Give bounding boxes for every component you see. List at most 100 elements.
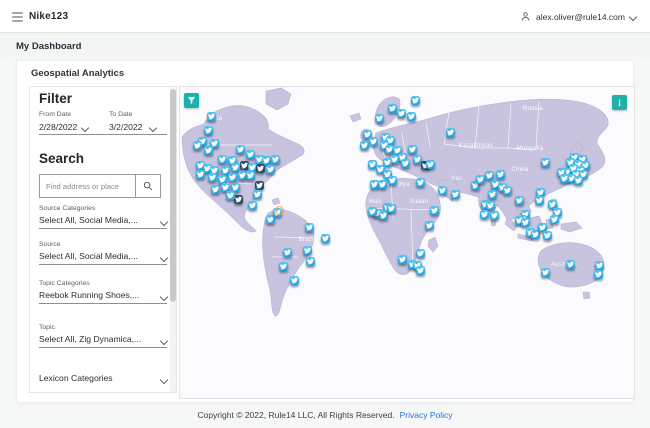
tweet-marker[interactable] <box>416 178 425 187</box>
tweet-marker[interactable] <box>360 141 369 150</box>
panel-scrollbar-track[interactable] <box>170 87 176 392</box>
search-heading: Search <box>39 151 85 166</box>
tweet-marker[interactable] <box>218 155 227 164</box>
tweet-marker[interactable] <box>446 128 455 137</box>
topic-categories-select[interactable]: Reebok Running Shoes,... <box>39 290 139 300</box>
tweet-marker[interactable] <box>430 206 439 215</box>
tweet-marker[interactable] <box>397 109 406 118</box>
tweet-marker[interactable] <box>306 257 315 266</box>
tweet-marker[interactable] <box>283 248 292 257</box>
tweet-marker[interactable] <box>503 186 512 195</box>
search-button[interactable] <box>135 175 160 197</box>
tweet-marker[interactable] <box>535 196 544 205</box>
tweet-marker[interactable] <box>248 201 257 210</box>
tweet-marker[interactable] <box>407 112 416 121</box>
tweet-marker[interactable] <box>426 160 435 169</box>
tweet-marker[interactable] <box>488 190 497 199</box>
to-date-select[interactable]: 3/2/2022 <box>109 122 142 132</box>
tweet-marker[interactable] <box>550 215 559 224</box>
tweet-marker[interactable] <box>228 173 237 182</box>
tweet-marker[interactable] <box>541 158 550 167</box>
tweet-marker[interactable] <box>193 141 202 150</box>
twitter-bird-icon <box>567 261 574 268</box>
tweet-marker[interactable] <box>408 145 417 154</box>
source-chevron-icon[interactable] <box>159 253 169 263</box>
privacy-policy-link[interactable]: Privacy Policy <box>400 410 453 420</box>
tweet-marker[interactable] <box>480 210 489 219</box>
tweet-marker[interactable] <box>566 260 575 269</box>
tweet-marker[interactable] <box>379 211 388 220</box>
search-input[interactable] <box>40 175 135 197</box>
tweet-marker[interactable] <box>266 165 275 174</box>
twitter-bird-icon <box>267 166 274 173</box>
tweet-marker[interactable] <box>196 170 205 179</box>
geospatial-map[interactable]: CanadaRussiaKazakhstanMongoliaChinaIranA… <box>179 86 635 399</box>
tweet-marker[interactable] <box>541 268 550 277</box>
tweet-marker[interactable] <box>401 159 410 168</box>
source-categories-select[interactable]: Select All, Social Media,... <box>39 215 138 225</box>
tweet-marker[interactable] <box>279 262 288 271</box>
tweet-marker[interactable] <box>255 181 264 190</box>
tweet-marker[interactable] <box>595 261 604 270</box>
lexicon-chevron-icon[interactable] <box>159 375 169 385</box>
tweet-marker[interactable] <box>208 173 217 182</box>
tweet-marker[interactable] <box>290 276 299 285</box>
panel-scrollbar-thumb[interactable] <box>170 89 176 302</box>
topic-select[interactable]: Select All, Zig Dynamica,... <box>39 334 141 344</box>
source-select[interactable]: Select All, Social Media,... <box>39 251 138 261</box>
tweet-marker[interactable] <box>246 150 255 159</box>
tweet-marker[interactable] <box>485 171 494 180</box>
map-info-button[interactable]: i <box>612 95 627 110</box>
tweet-marker[interactable] <box>253 190 262 199</box>
tweet-marker[interactable] <box>560 174 569 183</box>
brand-title: Nike123 <box>29 11 69 22</box>
tweet-marker[interactable] <box>388 104 397 113</box>
tweet-marker[interactable] <box>256 164 265 173</box>
tweet-marker[interactable] <box>451 190 460 199</box>
tweet-marker[interactable] <box>207 112 216 121</box>
tweet-marker[interactable] <box>594 270 603 279</box>
tweet-marker[interactable] <box>211 185 220 194</box>
tweet-marker[interactable] <box>416 249 425 258</box>
topic-chevron-icon[interactable] <box>159 336 169 346</box>
tweet-marker[interactable] <box>234 195 243 204</box>
filter-panel: Filter From Date To Date 2/28/2022 3/2/2… <box>29 86 177 393</box>
tweet-marker[interactable] <box>387 204 396 213</box>
tweet-marker[interactable] <box>321 234 330 243</box>
tweet-marker[interactable] <box>271 155 280 164</box>
tweet-marker[interactable] <box>521 218 530 227</box>
tweet-marker[interactable] <box>204 146 213 155</box>
topic-categories-chevron-icon[interactable] <box>159 292 169 302</box>
tweet-marker[interactable] <box>515 196 524 205</box>
tweet-marker[interactable] <box>388 176 397 185</box>
tweet-marker[interactable] <box>438 186 447 195</box>
tweet-marker[interactable] <box>375 114 384 123</box>
tweet-marker[interactable] <box>378 180 387 189</box>
source-categories-chevron-icon[interactable] <box>159 217 169 227</box>
tweet-marker[interactable] <box>496 170 505 179</box>
map-filter-button[interactable] <box>184 93 199 108</box>
tweet-marker[interactable] <box>246 171 255 180</box>
tweet-marker[interactable] <box>416 266 425 275</box>
tweet-marker[interactable] <box>476 175 485 184</box>
from-date-chevron-icon[interactable] <box>80 123 90 133</box>
tweet-marker[interactable] <box>490 211 499 220</box>
tweet-marker[interactable] <box>369 137 378 146</box>
to-date-chevron-icon[interactable] <box>148 123 158 133</box>
tweet-marker[interactable] <box>236 145 245 154</box>
user-menu[interactable]: alex.oliver@rule14.com <box>520 0 638 33</box>
tweet-marker[interactable] <box>398 255 407 264</box>
tweet-marker[interactable] <box>305 223 314 232</box>
from-date-select[interactable]: 2/28/2022 <box>39 122 77 132</box>
tweet-marker[interactable] <box>543 231 552 240</box>
tweet-marker[interactable] <box>425 221 434 230</box>
tweet-marker[interactable] <box>204 126 213 135</box>
tweet-marker[interactable] <box>486 201 495 210</box>
menu-icon[interactable] <box>12 11 23 22</box>
tweet-marker[interactable] <box>411 96 420 105</box>
lexicon-categories-select[interactable]: Lexicon Categories <box>39 373 113 383</box>
tweet-marker[interactable] <box>226 191 235 200</box>
tweet-marker[interactable] <box>368 207 377 216</box>
tweet-marker[interactable] <box>303 246 312 255</box>
tweet-marker[interactable] <box>574 176 583 185</box>
